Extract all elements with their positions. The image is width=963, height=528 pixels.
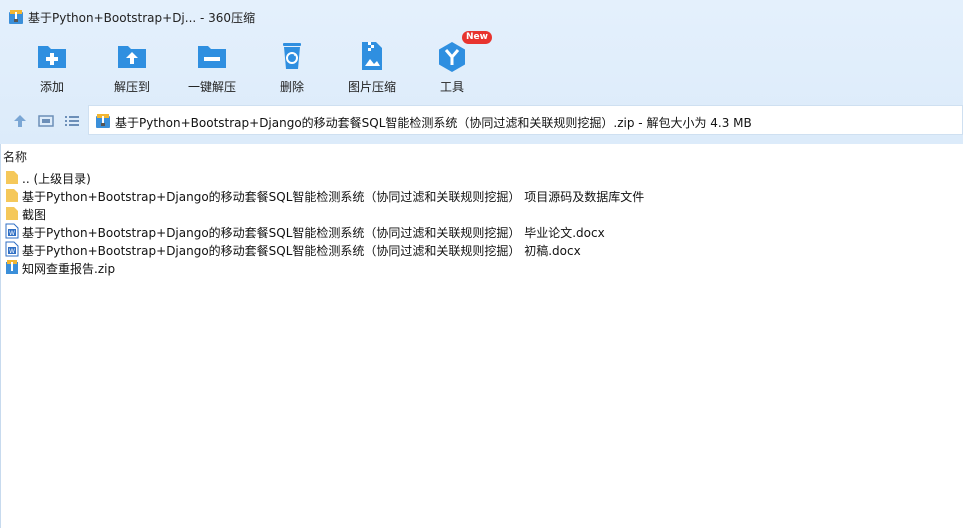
list-item[interactable]: 截图 <box>1 204 963 222</box>
archive-icon <box>8 9 24 25</box>
list-item[interactable]: W 基于Python+Bootstrap+Django的移动套餐SQL智能检测系… <box>1 240 963 258</box>
toolbar: 添加 解压到 一键解压 删除 图片压缩 New 工具 <box>0 31 963 98</box>
address-bar[interactable]: 基于Python+Bootstrap+Django的移动套餐SQL智能检测系统（… <box>88 105 963 135</box>
arrow-up-icon[interactable] <box>12 113 28 129</box>
svg-text:W: W <box>9 248 15 255</box>
extract-to-folder-icon <box>116 40 148 72</box>
list-view-icon[interactable] <box>64 113 80 129</box>
zip-archive-icon <box>5 259 19 275</box>
list-item[interactable]: 知网查重报告.zip <box>1 258 963 276</box>
delete-button[interactable]: 删除 <box>252 36 332 96</box>
folder-icon <box>5 205 19 221</box>
navigation-bar: 基于Python+Bootstrap+Django的移动套餐SQL智能检测系统（… <box>0 105 963 137</box>
file-list: 名称 .. (上级目录) 基于Python+Bootstrap+Django的移… <box>0 144 963 528</box>
list-item[interactable]: 基于Python+Bootstrap+Django的移动套餐SQL智能检测系统（… <box>1 186 963 204</box>
one-click-extract-icon <box>196 40 228 72</box>
address-text: 基于Python+Bootstrap+Django的移动套餐SQL智能检测系统（… <box>115 116 752 130</box>
top-panel: 基于Python+Bootstrap+Dj... - 360压缩 添加 解压到 <box>0 0 963 144</box>
folder-icon <box>5 169 19 185</box>
thumbnail-view-icon[interactable] <box>38 113 54 129</box>
file-name: 基于Python+Bootstrap+Django的移动套餐SQL智能检测系统（… <box>22 190 645 204</box>
tools-button[interactable]: New 工具 <box>412 31 492 96</box>
delete-button-label: 删除 <box>279 80 304 94</box>
file-name: 截图 <box>22 208 47 222</box>
title-bar: 基于Python+Bootstrap+Dj... - 360压缩 <box>0 0 963 32</box>
image-compress-label: 图片压缩 <box>347 80 396 94</box>
extract-to-button-label: 解压到 <box>113 80 150 94</box>
list-item[interactable]: .. (上级目录) <box>1 168 963 186</box>
archive-icon <box>95 113 111 129</box>
image-compress-button[interactable]: 图片压缩 <box>332 36 412 96</box>
column-header-name[interactable]: 名称 <box>3 148 27 165</box>
word-document-icon: W <box>5 223 19 239</box>
image-zip-icon <box>356 40 388 72</box>
file-name: .. (上级目录) <box>22 172 91 186</box>
tools-button-label: 工具 <box>439 80 464 94</box>
list-item[interactable]: W 基于Python+Bootstrap+Django的移动套餐SQL智能检测系… <box>1 222 963 240</box>
file-name: 知网查重报告.zip <box>22 262 116 276</box>
extract-to-button[interactable]: 解压到 <box>92 36 172 96</box>
one-click-extract-label: 一键解压 <box>187 80 236 94</box>
file-name: 基于Python+Bootstrap+Django的移动套餐SQL智能检测系统（… <box>22 244 581 258</box>
recycle-bin-icon <box>276 40 308 72</box>
new-badge: New <box>462 31 492 44</box>
svg-text:W: W <box>9 230 15 237</box>
folder-icon <box>5 187 19 203</box>
tools-icon <box>436 40 468 72</box>
add-folder-icon <box>36 40 68 72</box>
file-rows: .. (上级目录) 基于Python+Bootstrap+Django的移动套餐… <box>1 168 963 276</box>
file-name: 基于Python+Bootstrap+Django的移动套餐SQL智能检测系统（… <box>22 226 605 240</box>
add-button[interactable]: 添加 <box>12 36 92 96</box>
window-title: 基于Python+Bootstrap+Dj... - 360压缩 <box>28 11 256 25</box>
one-click-extract-button[interactable]: 一键解压 <box>172 36 252 96</box>
word-document-icon: W <box>5 241 19 257</box>
add-button-label: 添加 <box>39 80 64 94</box>
